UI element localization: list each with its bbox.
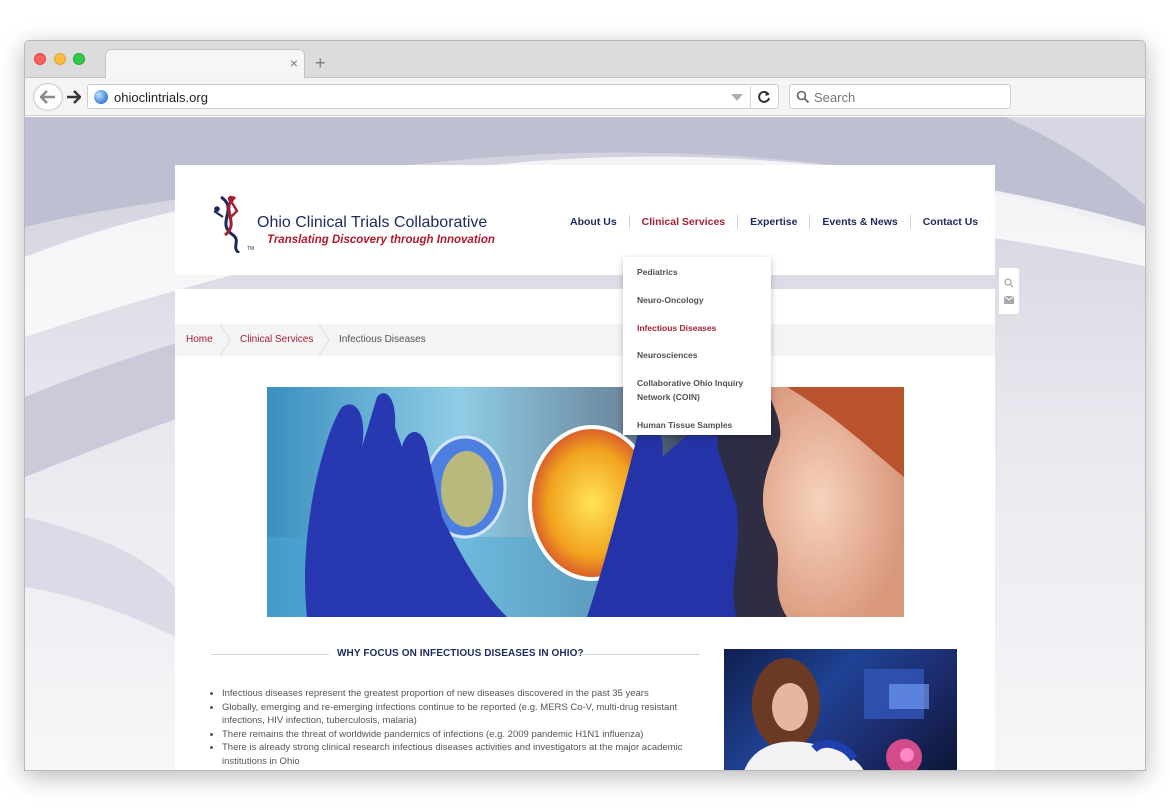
nav-events-news[interactable]: Events & News <box>810 216 909 228</box>
back-button[interactable] <box>33 83 63 111</box>
search-placeholder: Search <box>814 90 856 105</box>
browser-search-field[interactable]: Search <box>789 84 1011 109</box>
list-item: Infectious diseases represent the greate… <box>222 687 722 701</box>
menu-item-coin[interactable]: Collaborative Ohio Inquiry Network (COIN… <box>637 376 765 404</box>
breadcrumb-home[interactable]: Home <box>186 334 213 345</box>
forward-arrow-icon <box>67 90 81 104</box>
researcher-photo <box>724 649 957 770</box>
browser-toolbar: ohioclintrials.org Search <box>25 78 1145 116</box>
side-tools <box>999 268 1019 314</box>
nav-expertise[interactable]: Expertise <box>738 216 809 228</box>
forward-button[interactable] <box>63 83 85 111</box>
breadcrumb-clinical-services[interactable]: Clinical Services <box>240 334 313 345</box>
search-icon[interactable] <box>1004 278 1014 288</box>
nav-about-us[interactable]: About Us <box>558 216 629 228</box>
content-area: Home Clinical Services Infectious Diseas… <box>175 289 995 770</box>
site-header: Ohio Clinical Trials Collaborative Trans… <box>175 165 995 275</box>
new-tab-button[interactable]: + <box>315 53 326 74</box>
list-item: There is already strong clinical researc… <box>222 741 722 768</box>
page-viewport: Ohio Clinical Trials Collaborative Trans… <box>25 117 1145 770</box>
tab-close-icon[interactable]: × <box>290 55 298 71</box>
nav-clinical-services[interactable]: Clinical Services <box>630 216 737 228</box>
menu-item-pediatrics[interactable]: Pediatrics <box>637 265 765 279</box>
breadcrumb: Home Clinical Services Infectious Diseas… <box>175 324 995 356</box>
mail-icon[interactable] <box>1004 296 1014 304</box>
reasons-list: Infectious diseases represent the greate… <box>222 687 722 768</box>
url-text[interactable]: ohioclintrials.org <box>114 90 208 105</box>
logo-trademark: TM <box>247 246 255 252</box>
list-item: There remains the threat of worldwide pa… <box>222 728 722 742</box>
list-item: Globally, emerging and re-emerging infec… <box>222 701 722 728</box>
breadcrumb-separator <box>219 324 231 356</box>
menu-item-neuro-oncology[interactable]: Neuro-Oncology <box>637 293 765 307</box>
close-window-button[interactable] <box>34 53 46 65</box>
lab-researcher-photo <box>744 658 929 770</box>
heading-rule-left <box>211 654 329 655</box>
main-nav: About Us Clinical Services Expertise Eve… <box>558 215 990 229</box>
breadcrumb-separator <box>318 324 330 356</box>
tab-bar: × + <box>25 41 1145 79</box>
reload-button[interactable] <box>750 86 776 108</box>
browser-tab[interactable]: × <box>105 49 305 79</box>
breadcrumb-current: Infectious Diseases <box>339 334 426 345</box>
minimize-window-button[interactable] <box>54 53 66 65</box>
section-heading: WHY FOCUS ON INFECTIOUS DISEASES IN OHIO… <box>211 647 700 661</box>
logo-title: Ohio Clinical Trials Collaborative <box>257 214 488 231</box>
nav-contact-us[interactable]: Contact Us <box>911 216 990 228</box>
hero-image <box>267 387 904 617</box>
globe-icon <box>94 90 108 104</box>
back-arrow-icon <box>40 90 55 104</box>
logo-tagline: Translating Discovery through Innovation <box>267 234 495 246</box>
browser-window: × + ohioclintrials.org Search Ohio Clini… <box>24 40 1146 771</box>
clinical-services-dropdown: Pediatrics Neuro-Oncology Infectious Dis… <box>623 257 771 435</box>
menu-item-human-tissue-samples[interactable]: Human Tissue Samples <box>637 418 765 432</box>
section-title: WHY FOCUS ON INFECTIOUS DISEASES IN OHIO… <box>337 648 584 659</box>
zoom-window-button[interactable] <box>73 53 85 65</box>
site-logo[interactable]: Ohio Clinical Trials Collaborative Trans… <box>211 193 511 253</box>
dna-logo-icon <box>213 195 241 253</box>
menu-item-neurosciences[interactable]: Neurosciences <box>637 348 765 362</box>
url-dropdown-icon[interactable] <box>731 94 743 101</box>
reload-icon <box>757 90 770 103</box>
menu-item-infectious-diseases[interactable]: Infectious Diseases <box>637 321 765 335</box>
lab-petri-dish-photo <box>267 387 904 617</box>
search-icon <box>796 90 810 104</box>
address-bar[interactable]: ohioclintrials.org <box>87 84 779 109</box>
heading-rule-right <box>580 654 700 655</box>
